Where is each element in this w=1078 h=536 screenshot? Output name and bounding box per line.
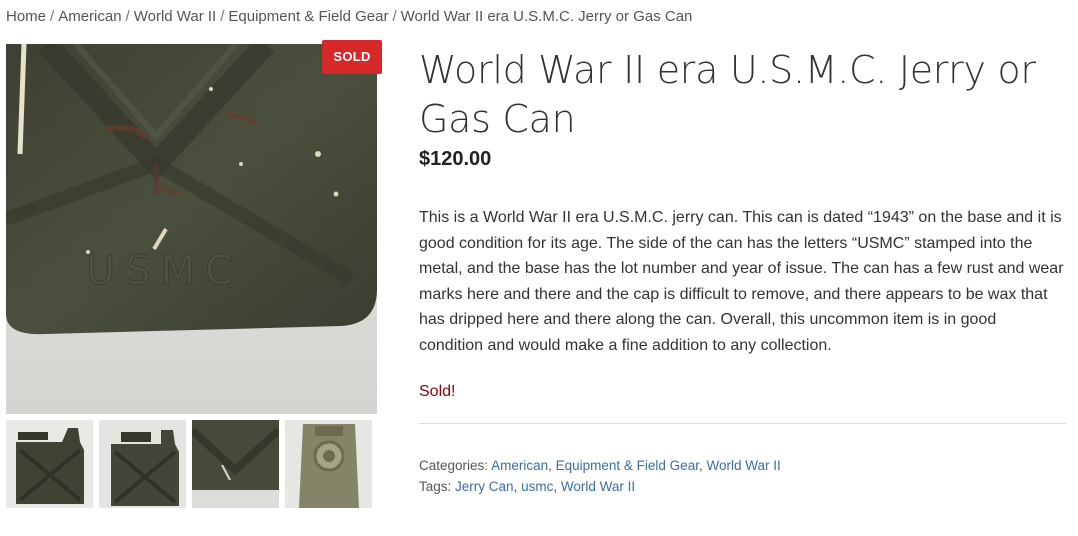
product-price: $120.00 <box>419 148 492 170</box>
meta-separator: , <box>553 478 558 494</box>
breadcrumb-world-war-ii[interactable]: World War II <box>134 8 217 25</box>
thumbnail-4[interactable] <box>285 420 372 508</box>
main-product-image[interactable]: USMC <box>6 44 377 414</box>
thumbnail-gallery <box>6 420 378 508</box>
tags-row: Tags: Jerry Can, usmc, World War II <box>419 476 1067 497</box>
meta-separator: , <box>513 478 518 494</box>
tag-link-jerry-can[interactable]: Jerry Can <box>455 479 514 494</box>
categories-row: Categories: American, Equipment & Field … <box>419 455 1067 476</box>
breadcrumb-separator: / <box>50 8 55 25</box>
jerry-can-side-thumbnail <box>6 420 93 508</box>
category-link-world-war-ii[interactable]: World War II <box>706 458 780 473</box>
thumbnail-3[interactable] <box>192 420 279 508</box>
breadcrumb-separator: / <box>220 8 225 25</box>
meta-separator: , <box>548 457 552 473</box>
thumbnail-1[interactable] <box>6 420 93 508</box>
categories-label: Categories: <box>419 457 489 473</box>
jerry-can-top-thumbnail <box>285 420 372 508</box>
jerry-can-closeup-image: USMC <box>6 44 377 414</box>
breadcrumb-home[interactable]: Home <box>6 8 46 25</box>
category-link-equipment-field-gear[interactable]: Equipment & Field Gear <box>556 458 699 473</box>
usmc-stamp-text: USMC <box>86 248 243 294</box>
tag-link-usmc[interactable]: usmc <box>521 479 553 494</box>
divider <box>419 422 1066 424</box>
tag-link-world-war-ii[interactable]: World War II <box>561 479 635 494</box>
product-title: World War II era U.S.M.C. Jerry or Gas C… <box>419 48 1036 141</box>
breadcrumb-equipment-field-gear[interactable]: Equipment & Field Gear <box>228 8 388 25</box>
breadcrumb-american[interactable]: American <box>58 8 121 25</box>
category-link-american[interactable]: American <box>491 458 548 473</box>
sold-badge: SOLD <box>322 40 382 74</box>
breadcrumb-separator: / <box>392 8 397 25</box>
product-summary: World War II era U.S.M.C. Jerry or Gas C… <box>419 46 1067 497</box>
meta-separator: , <box>698 457 703 473</box>
product-description: This is a World War II era U.S.M.C. jerr… <box>419 209 1064 354</box>
breadcrumb-separator: / <box>125 8 130 25</box>
tags-label: Tags: <box>419 478 452 494</box>
product-meta: Categories: American, Equipment & Field … <box>419 455 1067 497</box>
breadcrumb: Home / American / World War II / Equipment & F… <box>6 8 692 25</box>
thumbnail-2[interactable] <box>99 420 186 508</box>
breadcrumb-current-product: World War II era U.S.M.C. Jerry or Gas C… <box>400 8 693 25</box>
jerry-can-closeup-thumbnail <box>192 420 279 508</box>
jerry-can-front-thumbnail <box>99 420 186 508</box>
stock-status: Sold! <box>419 382 456 400</box>
